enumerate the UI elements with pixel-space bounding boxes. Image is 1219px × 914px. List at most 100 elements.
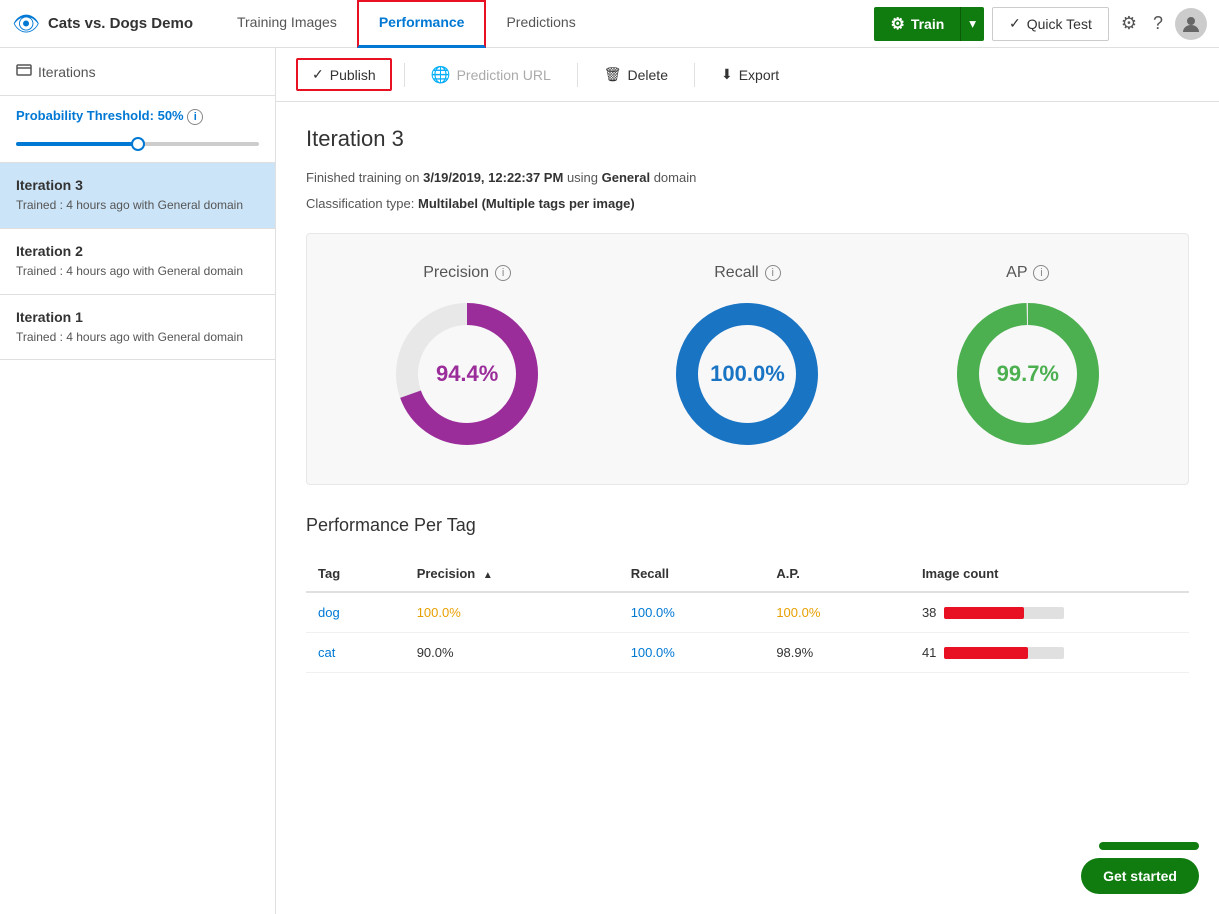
app-logo: 👁 Cats vs. Dogs Demo — [12, 11, 193, 37]
publish-label: Publish — [330, 67, 376, 83]
iteration-item-3[interactable]: Iteration 3 Trained : 4 hours ago with G… — [0, 163, 275, 229]
toolbar: ✓ Publish 🌐 Prediction URL 🗑 Delete ⬇ Ex… — [276, 48, 1219, 102]
iteration-3-name: Iteration 3 — [16, 177, 259, 193]
row-cat-recall: 100.0% — [619, 633, 765, 673]
threshold-slider[interactable] — [16, 142, 259, 146]
publish-button[interactable]: ✓ Publish — [296, 58, 392, 91]
ap-donut: 99.7% — [948, 294, 1108, 454]
get-started-button[interactable]: Get started — [1081, 858, 1199, 894]
col-tag: Tag — [306, 556, 405, 592]
main-content: ✓ Publish 🌐 Prediction URL 🗑 Delete ⬇ Ex… — [276, 48, 1219, 914]
dog-bar-track — [944, 607, 1064, 619]
cat-tag-link[interactable]: cat — [318, 645, 335, 660]
ap-title: AP i — [1006, 264, 1049, 282]
toolbar-divider-3 — [694, 63, 695, 87]
iteration-title: Iteration 3 — [306, 126, 1189, 152]
recall-title: Recall i — [714, 264, 780, 282]
domain-name: General — [602, 170, 650, 185]
table-row: cat 90.0% 100.0% 98.9% 41 — [306, 633, 1189, 673]
iteration-info-line2: Classification type: Multilabel (Multipl… — [306, 194, 1189, 214]
user-avatar[interactable] — [1175, 8, 1207, 40]
ap-value: 99.7% — [997, 361, 1059, 387]
ap-info-icon[interactable]: i — [1033, 265, 1049, 281]
dog-tag-link[interactable]: dog — [318, 605, 340, 620]
train-gear-icon: ⚙ — [890, 14, 904, 34]
toolbar-divider-2 — [577, 63, 578, 87]
prediction-url-label: Prediction URL — [457, 67, 551, 83]
recall-value: 100.0% — [710, 361, 785, 387]
export-label: Export — [739, 67, 779, 83]
precision-donut: 94.4% — [387, 294, 547, 454]
row-cat-tag: cat — [306, 633, 405, 673]
tab-training-images[interactable]: Training Images — [217, 0, 357, 48]
row-cat-image-count: 41 — [910, 633, 1189, 673]
export-icon: ⬇ — [721, 66, 733, 83]
precision-value: 94.4% — [436, 361, 498, 387]
checkmark-icon: ✓ — [1009, 15, 1021, 32]
train-label: Train — [911, 16, 944, 32]
toolbar-divider-1 — [404, 63, 405, 87]
iterations-icon — [16, 62, 32, 81]
sidebar: Iterations Probability Threshold: 50% i … — [0, 48, 276, 914]
performance-table: Tag Precision ▲ Recall A.P. Image count … — [306, 556, 1189, 673]
content-body: Iteration 3 Finished training on 3/19/20… — [276, 102, 1219, 914]
row-dog-precision: 100.0% — [405, 592, 619, 633]
recall-metric: Recall i 100.0% — [667, 264, 827, 454]
metrics-card: Precision i 94.4% Recall — [306, 233, 1189, 485]
precision-title: Precision i — [423, 264, 511, 282]
iteration-item-1[interactable]: Iteration 1 Trained : 4 hours ago with G… — [0, 295, 275, 361]
iteration-1-name: Iteration 1 — [16, 309, 259, 325]
tab-predictions[interactable]: Predictions — [486, 0, 595, 48]
row-cat-precision: 90.0% — [405, 633, 619, 673]
recall-info-icon[interactable]: i — [765, 265, 781, 281]
help-icon[interactable]: ? — [1149, 9, 1167, 38]
sidebar-title: Iterations — [38, 64, 96, 80]
prediction-url-button[interactable]: 🌐 Prediction URL — [417, 59, 565, 91]
threshold-info-icon[interactable]: i — [187, 109, 203, 125]
threshold-label: Probability Threshold: 50% i — [16, 108, 259, 125]
col-precision[interactable]: Precision ▲ — [405, 556, 619, 592]
train-btn-group: ⚙ Train ▾ — [874, 7, 984, 41]
sidebar-header: Iterations — [0, 48, 275, 96]
get-started-progress-bar — [1099, 842, 1199, 850]
export-button[interactable]: ⬇ Export — [707, 60, 793, 89]
iteration-2-name: Iteration 2 — [16, 243, 259, 259]
get-started-container: Get started — [1081, 842, 1199, 894]
sort-icon: ▲ — [483, 570, 493, 581]
threshold-value: 50% — [158, 108, 184, 123]
precision-info-icon[interactable]: i — [495, 265, 511, 281]
app-name: Cats vs. Dogs Demo — [48, 15, 193, 32]
row-cat-ap: 98.9% — [764, 633, 910, 673]
eye-icon: 👁 — [12, 11, 40, 37]
app-header: 👁 Cats vs. Dogs Demo Training Images Per… — [0, 0, 1219, 48]
iteration-list: Iteration 3 Trained : 4 hours ago with G… — [0, 163, 275, 914]
cat-bar-track — [944, 647, 1064, 659]
quick-test-button[interactable]: ✓ Quick Test — [992, 7, 1109, 41]
cat-bar-fill — [944, 647, 1028, 659]
tab-performance[interactable]: Performance — [357, 0, 487, 48]
train-dropdown-button[interactable]: ▾ — [960, 7, 984, 41]
delete-icon: 🗑 — [604, 66, 622, 83]
publish-check-icon: ✓ — [312, 66, 324, 83]
delete-button[interactable]: 🗑 Delete — [590, 60, 682, 89]
quick-test-label: Quick Test — [1027, 16, 1092, 32]
performance-per-tag-title: Performance Per Tag — [306, 515, 1189, 536]
row-dog-ap: 100.0% — [764, 592, 910, 633]
train-button[interactable]: ⚙ Train — [874, 7, 960, 41]
threshold-section: Probability Threshold: 50% i — [0, 96, 275, 163]
dog-bar-fill — [944, 607, 1024, 619]
header-actions: ⚙ Train ▾ ✓ Quick Test ⚙ ? — [874, 7, 1207, 41]
settings-icon[interactable]: ⚙ — [1117, 9, 1141, 38]
row-dog-tag: dog — [306, 592, 405, 633]
table-row: dog 100.0% 100.0% 100.0% 38 — [306, 592, 1189, 633]
ap-metric: AP i 99.7% — [948, 264, 1108, 454]
iteration-1-detail: Trained : 4 hours ago with General domai… — [16, 329, 259, 346]
precision-metric: Precision i 94.4% — [387, 264, 547, 454]
classification-type: Multilabel (Multiple tags per image) — [418, 196, 635, 211]
iteration-item-2[interactable]: Iteration 2 Trained : 4 hours ago with G… — [0, 229, 275, 295]
row-dog-recall: 100.0% — [619, 592, 765, 633]
iteration-3-detail: Trained : 4 hours ago with General domai… — [16, 197, 259, 214]
delete-label: Delete — [628, 67, 668, 83]
row-dog-image-count: 38 — [910, 592, 1189, 633]
main-nav: Training Images Performance Predictions — [217, 0, 867, 48]
